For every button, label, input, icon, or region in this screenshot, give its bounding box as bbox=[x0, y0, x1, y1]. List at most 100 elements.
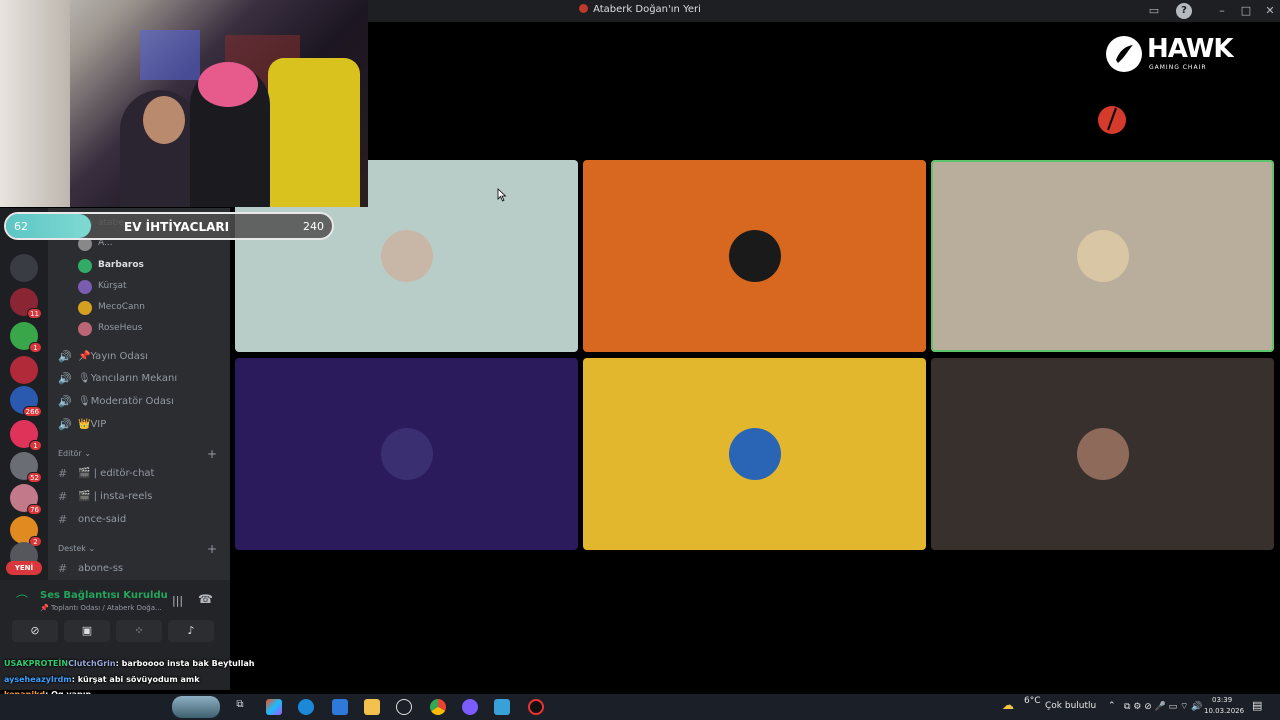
server-badge: 1 bbox=[29, 342, 42, 353]
voice-status: Ses Bağlantısı Kuruldu bbox=[40, 590, 168, 601]
widgets-icon[interactable] bbox=[172, 696, 220, 718]
obs-icon[interactable] bbox=[528, 699, 544, 715]
channel-emoji: 🎙 bbox=[78, 373, 91, 384]
chat-username: USAKPROTEİN bbox=[4, 659, 69, 668]
tray-icons[interactable]: ⧉ ⚙ ⊘ 🎤 ▭ ⌔ 🔊 bbox=[1124, 701, 1203, 712]
channel-name: 🎬 | insta-reels bbox=[78, 491, 153, 502]
weather-desc[interactable]: Çok bulutlu bbox=[1045, 701, 1096, 711]
app-icon[interactable] bbox=[494, 699, 510, 715]
hashtag-icon: # bbox=[58, 562, 68, 575]
chat-text: barboooo insta bak Beytullah bbox=[121, 659, 255, 668]
screen-share-button[interactable]: ▣ bbox=[64, 620, 110, 642]
video-tile[interactable] bbox=[235, 358, 578, 550]
server-icon[interactable]: 11 bbox=[10, 288, 42, 319]
voice-channel-name: 👑VIP bbox=[78, 419, 106, 430]
video-tile[interactable] bbox=[583, 160, 926, 352]
voice-channel[interactable]: 🔊 👑VIP bbox=[58, 415, 223, 435]
voice-member[interactable]: Barbaros bbox=[78, 258, 218, 276]
channel-list: atabeA...BarbarosKürşatMecoCannRoseHeus🔊… bbox=[48, 208, 230, 580]
add-channel-icon[interactable]: + bbox=[207, 447, 217, 461]
weather-icon[interactable]: ☁ bbox=[1002, 698, 1020, 714]
goal-current: 62 bbox=[14, 220, 28, 233]
channel-emoji: 🎙 bbox=[78, 396, 91, 407]
text-channel[interactable]: # once-said bbox=[58, 510, 223, 530]
notification-icon[interactable]: ▤ bbox=[1252, 699, 1262, 712]
inbox-icon[interactable]: ▭ bbox=[1146, 3, 1162, 19]
channel-emoji: 📌 bbox=[78, 351, 91, 362]
maximize-button[interactable]: □ bbox=[1238, 3, 1254, 19]
text-channel[interactable]: # abone-ss bbox=[58, 559, 223, 579]
copilot-icon[interactable] bbox=[266, 699, 282, 715]
discord-icon[interactable] bbox=[462, 699, 478, 715]
voice-member[interactable]: Kürşat bbox=[78, 279, 218, 297]
voice-connection-panel: ⌒ Ses Bağlantısı Kuruldu 📌 Toplantı Odas… bbox=[0, 580, 230, 690]
voice-channel[interactable]: 🔊 🎙Moderatör Odası bbox=[58, 392, 223, 412]
store-icon[interactable] bbox=[332, 699, 348, 715]
video-tile[interactable] bbox=[931, 358, 1274, 550]
voice-member[interactable]: RoseHeus bbox=[78, 321, 218, 339]
speaker-icon: 🔊 bbox=[58, 395, 72, 408]
text-channel[interactable]: # 🎬 | insta-reels bbox=[58, 487, 223, 507]
voice-channel-name: 🎙Yancıların Mekanı bbox=[78, 373, 177, 384]
category-label: Editör bbox=[58, 449, 82, 458]
member-avatar bbox=[78, 259, 92, 273]
server-icon[interactable]: 1 bbox=[10, 322, 42, 353]
chevron-down-icon: ⌄ bbox=[84, 449, 91, 458]
chat-username: ayseheazylrdm bbox=[4, 675, 72, 684]
clock-date[interactable]: 10.03.2026 bbox=[1204, 707, 1244, 715]
video-tile[interactable] bbox=[931, 160, 1274, 352]
member-avatar bbox=[78, 280, 92, 294]
server-icon[interactable]: 2 bbox=[10, 516, 42, 547]
speaker-icon: 🔊 bbox=[58, 418, 72, 431]
help-icon[interactable]: ? bbox=[1176, 3, 1192, 19]
chrome-icon[interactable] bbox=[430, 699, 446, 715]
weather-temp[interactable]: 6°C bbox=[1024, 696, 1041, 706]
server-icon[interactable] bbox=[10, 356, 38, 384]
streamer-webcam bbox=[0, 0, 368, 207]
tray-chevron-icon[interactable]: ⌃ bbox=[1108, 701, 1116, 711]
clock-time[interactable]: 03:39 bbox=[1212, 696, 1232, 704]
server-icon[interactable]: 266 bbox=[10, 386, 42, 417]
participant-avatar bbox=[728, 428, 781, 480]
server-icon[interactable]: 76 bbox=[10, 484, 42, 515]
member-avatar bbox=[78, 301, 92, 315]
mouse-cursor-icon bbox=[497, 187, 507, 202]
voice-channel[interactable]: 🔊 📌Yayın Odası bbox=[58, 347, 223, 367]
channel-name: Yayın Odası bbox=[90, 351, 148, 362]
windows-taskbar: ⧉ ☁ 6°C Çok bulutlu ⌃ ⧉ ⚙ ⊘ 🎤 ▭ ⌔ 🔊 03:3… bbox=[0, 694, 1280, 720]
add-channel-icon[interactable]: + bbox=[207, 542, 217, 556]
xbox-icon[interactable] bbox=[396, 699, 412, 715]
text-channel[interactable]: # 🎬 | editör-chat bbox=[58, 464, 223, 484]
new-badge[interactable]: YENİ bbox=[6, 561, 42, 575]
server-icon[interactable]: 1 bbox=[10, 420, 42, 451]
voice-channel[interactable]: 🔊 🎙Yancıların Mekanı bbox=[58, 369, 223, 389]
activities-button[interactable]: ⁘ bbox=[116, 620, 162, 642]
chevron-down-icon: ⌄ bbox=[88, 544, 96, 553]
close-button[interactable]: ✕ bbox=[1262, 3, 1278, 19]
server-icon[interactable]: 52 bbox=[10, 452, 42, 483]
noise-suppression-icon[interactable]: ||| bbox=[172, 594, 183, 607]
server-badge: 52 bbox=[27, 472, 42, 483]
server-badge: 11 bbox=[27, 308, 42, 319]
category-destek[interactable]: Destek ⌄ + bbox=[58, 542, 223, 558]
server-icon[interactable] bbox=[10, 254, 38, 282]
server-badge: 1 bbox=[29, 440, 42, 451]
member-name: Kürşat bbox=[98, 281, 127, 291]
channel-emoji: 👑 bbox=[78, 419, 91, 430]
task-view-icon[interactable]: ⧉ bbox=[232, 699, 248, 715]
camera-off-button[interactable]: ⊘ bbox=[12, 620, 58, 642]
category-editor[interactable]: Editör ⌄ + bbox=[58, 447, 223, 463]
file-explorer-icon[interactable] bbox=[364, 699, 380, 715]
channel-name: Yancıların Mekanı bbox=[90, 373, 178, 384]
channel-name: abone-ss bbox=[78, 563, 124, 574]
minimize-button[interactable]: – bbox=[1214, 3, 1230, 19]
goal-target: 240 bbox=[303, 220, 324, 233]
video-tile[interactable] bbox=[583, 358, 926, 550]
voice-member[interactable]: MecoCann bbox=[78, 300, 218, 318]
hashtag-icon: # bbox=[58, 513, 68, 526]
channel-name: once-said bbox=[78, 514, 127, 525]
chat-message: USAKPROTEİNClutchGrin: barboooo insta ba… bbox=[4, 659, 255, 668]
edge-icon[interactable] bbox=[298, 699, 314, 715]
soundboard-button[interactable]: ♪ bbox=[168, 620, 214, 642]
disconnect-icon[interactable]: ☎ bbox=[198, 592, 213, 606]
